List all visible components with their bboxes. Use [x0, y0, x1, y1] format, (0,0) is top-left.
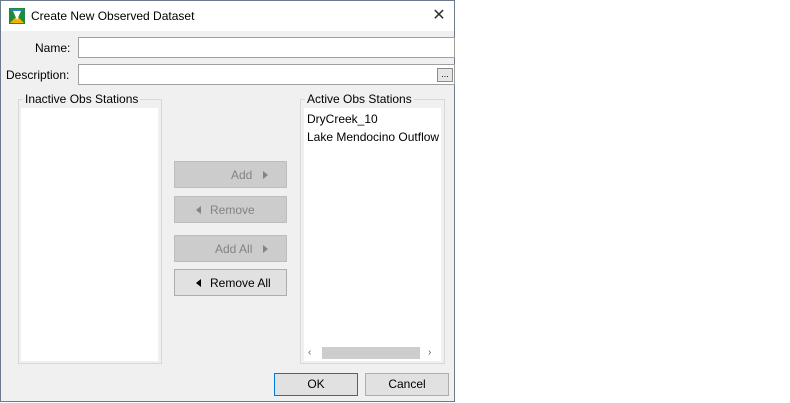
add-all-button[interactable]: Add All: [174, 235, 287, 262]
name-label: Name:: [35, 41, 71, 55]
create-observed-dataset-dialog: Create New Observed Dataset ✕ Name: Desc…: [0, 0, 455, 402]
caret-left-icon: [196, 279, 201, 287]
description-browse-button[interactable]: ...: [437, 68, 453, 82]
close-button[interactable]: ✕: [424, 1, 454, 31]
caret-right-icon: [263, 245, 268, 253]
caret-right-icon: [263, 171, 268, 179]
horizontal-scrollbar[interactable]: ‹ ›: [304, 344, 441, 361]
scroll-right-arrow-icon[interactable]: ›: [428, 347, 431, 358]
remove-button[interactable]: Remove: [174, 196, 287, 223]
active-stations-title: Active Obs Stations: [305, 92, 414, 106]
list-item[interactable]: Lake Mendocino Outflow: [307, 130, 439, 144]
remove-all-button[interactable]: Remove All: [174, 269, 287, 296]
add-button[interactable]: Add: [174, 161, 287, 188]
scroll-left-arrow-icon[interactable]: ‹: [308, 347, 311, 358]
title-bar: Create New Observed Dataset ✕: [1, 1, 454, 31]
description-label: Description:: [6, 68, 70, 82]
cancel-button[interactable]: Cancel: [365, 373, 449, 396]
caret-left-icon: [196, 206, 201, 214]
inactive-stations-list[interactable]: [21, 108, 158, 361]
inactive-stations-title: Inactive Obs Stations: [23, 92, 141, 106]
ok-button[interactable]: OK: [274, 373, 358, 396]
app-logo-icon: [9, 8, 25, 24]
scroll-thumb[interactable]: [322, 347, 420, 359]
name-field[interactable]: [78, 37, 455, 58]
description-field[interactable]: ...: [78, 64, 455, 85]
close-icon: ✕: [432, 7, 446, 24]
list-item[interactable]: DryCreek_10: [307, 112, 378, 126]
window-title: Create New Observed Dataset: [31, 9, 195, 23]
active-stations-list[interactable]: DryCreek_10 Lake Mendocino Outflow: [304, 108, 441, 344]
